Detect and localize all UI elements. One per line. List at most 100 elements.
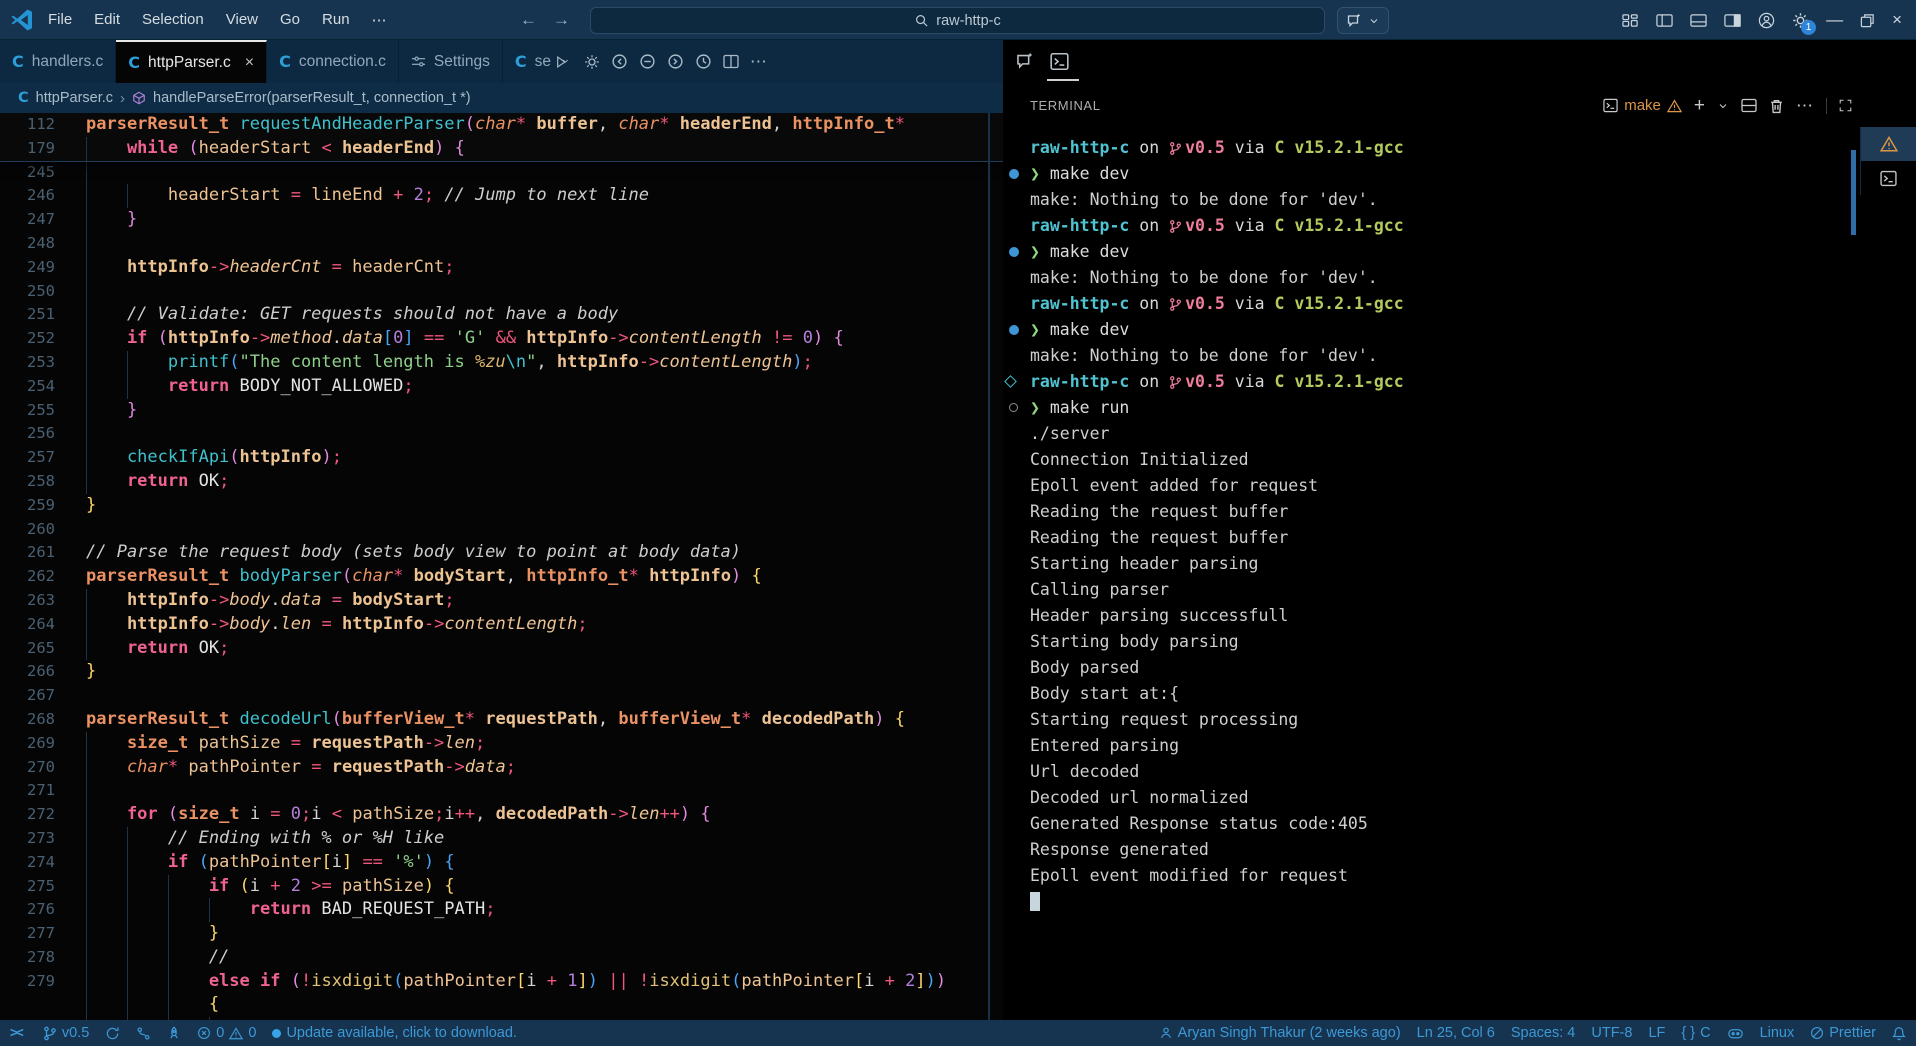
terminal-line[interactable]: Connection Initialized: [1003, 447, 1853, 473]
formatter-item[interactable]: Prettier: [1810, 1025, 1876, 1041]
code-line[interactable]: 259}: [0, 494, 1003, 518]
remote-indicator[interactable]: ><: [10, 1025, 27, 1041]
terminal-more-icon[interactable]: ⋯: [1796, 96, 1814, 116]
code-line[interactable]: 273// Ending with % or %H like: [0, 827, 1003, 851]
code-line[interactable]: 275if (i + 2 >= pathSize) {: [0, 875, 1003, 899]
circle-back-icon[interactable]: [611, 53, 628, 70]
code-line[interactable]: 255}: [0, 399, 1003, 423]
sticky-scroll[interactable]: 112parserResult_t requestAndHeaderParser…: [0, 113, 1003, 162]
terminal-line[interactable]: Decoded url normalized: [1003, 785, 1853, 811]
circle-forward-icon[interactable]: [667, 53, 684, 70]
eol[interactable]: LF: [1648, 1025, 1665, 1041]
code-line[interactable]: 262parserResult_t bodyParser(char* bodyS…: [0, 565, 1003, 589]
terminal-line[interactable]: raw-http-c on v0.5 via C v15.2.1-gcc: [1003, 213, 1853, 239]
code-line[interactable]: 270char* pathPointer = requestPath->data…: [0, 756, 1003, 780]
code-line[interactable]: 264httpInfo->body.len = httpInfo->conten…: [0, 613, 1003, 637]
breadcrumb-symbol[interactable]: handleParseError(parserResult_t, connect…: [153, 90, 471, 106]
git-blame-item[interactable]: Aryan Singh Thakur (2 weeks ago): [1159, 1025, 1401, 1041]
terminal-list-item-make[interactable]: [1861, 127, 1916, 161]
code-line[interactable]: 277}: [0, 922, 1003, 946]
tab-handlers-c[interactable]: C handlers.c: [0, 40, 116, 83]
sync-icon[interactable]: [105, 1026, 120, 1041]
tab-settings[interactable]: Settings: [399, 40, 503, 83]
bell-icon[interactable]: [1892, 1026, 1906, 1041]
window-close-button[interactable]: ×: [1892, 10, 1902, 30]
terminal-line[interactable]: raw-http-c on v0.5 via C v15.2.1-gcc: [1003, 291, 1853, 317]
encoding[interactable]: UTF-8: [1591, 1025, 1632, 1041]
tab-connection-c[interactable]: C connection.c: [267, 40, 399, 83]
account-icon[interactable]: [1758, 12, 1775, 29]
code-line[interactable]: 250: [0, 280, 1003, 304]
terminal-line[interactable]: Epoll event added for request: [1003, 473, 1853, 499]
layout-sidebar-left-icon[interactable]: [1656, 13, 1673, 28]
copilot-icon[interactable]: [1727, 1026, 1744, 1041]
code-line[interactable]: 260: [0, 518, 1003, 542]
terminal-line[interactable]: make: Nothing to be done for 'dev'.: [1003, 265, 1853, 291]
go-back-icon[interactable]: ←: [520, 10, 537, 30]
terminal-line[interactable]: Calling parser: [1003, 577, 1853, 603]
terminal-dropdown-icon[interactable]: [1717, 100, 1729, 112]
terminal-line[interactable]: Header parsing successfull: [1003, 603, 1853, 629]
code-line[interactable]: {: [0, 993, 1003, 1017]
code-line[interactable]: 258return OK;: [0, 470, 1003, 494]
terminal-line[interactable]: [1003, 889, 1853, 915]
code-line[interactable]: 272for (size_t i = 0;i < pathSize;i++, d…: [0, 803, 1003, 827]
code-line[interactable]: 253printf("The content length is %zu\n",…: [0, 351, 1003, 375]
command-center-search[interactable]: raw-http-c: [590, 7, 1325, 34]
circle-dash-icon[interactable]: [639, 53, 656, 70]
terminal-line[interactable]: Reading the request buffer: [1003, 499, 1853, 525]
terminal-line[interactable]: Generated Response status code:405: [1003, 811, 1853, 837]
language-mode[interactable]: { } C: [1681, 1025, 1710, 1041]
editor-panel-divider[interactable]: [988, 113, 990, 1020]
terminal-line[interactable]: raw-http-c on v0.5 via C v15.2.1-gcc: [1003, 369, 1853, 395]
code-line[interactable]: 179while (headerStart < headerEnd) {: [0, 137, 1003, 161]
menu-more[interactable]: ⋯: [372, 11, 387, 29]
terminal-line[interactable]: Starting header parsing: [1003, 551, 1853, 577]
tab-httpparser-c[interactable]: C httpParser.c ×: [116, 40, 267, 83]
code-line[interactable]: 247}: [0, 208, 1003, 232]
code-line[interactable]: 256: [0, 422, 1003, 446]
code-line[interactable]: 249httpInfo->headerCnt = headerCnt;: [0, 256, 1003, 280]
terminal-line[interactable]: Body start at:{: [1003, 681, 1853, 707]
terminal-list-item-shell[interactable]: [1861, 161, 1916, 195]
terminal-line[interactable]: ❯ make dev: [1003, 161, 1853, 187]
rocket-icon[interactable]: [167, 1026, 181, 1041]
terminal-line[interactable]: make: Nothing to be done for 'dev'.: [1003, 343, 1853, 369]
code-line[interactable]: 269size_t pathSize = requestPath->len;: [0, 732, 1003, 756]
menu-file[interactable]: File: [48, 11, 72, 29]
terminal-line[interactable]: Epoll event modified for request: [1003, 863, 1853, 889]
code-line[interactable]: 267: [0, 684, 1003, 708]
menu-edit[interactable]: Edit: [94, 11, 120, 29]
customize-layout-icon[interactable]: [1622, 13, 1639, 28]
source-control-graph-icon[interactable]: [136, 1026, 151, 1041]
code-line[interactable]: 265return OK;: [0, 637, 1003, 661]
code-editor[interactable]: 245246headerStart = lineEnd + 2; // Jump…: [0, 113, 1003, 1020]
os-indicator[interactable]: Linux: [1760, 1025, 1795, 1041]
terminal-task-tab[interactable]: make: [1603, 97, 1682, 114]
terminal-line[interactable]: Response generated: [1003, 837, 1853, 863]
terminal-line[interactable]: Reading the request buffer: [1003, 525, 1853, 551]
code-line[interactable]: 263httpInfo->body.data = bodyStart;: [0, 589, 1003, 613]
problems-item[interactable]: 0 0: [197, 1025, 256, 1041]
code-line[interactable]: 257checkIfApi(httpInfo);: [0, 446, 1003, 470]
settings-gear[interactable]: 1: [1792, 11, 1809, 29]
update-item[interactable]: Update available, click to download.: [272, 1025, 517, 1041]
menu-go[interactable]: Go: [280, 11, 300, 29]
terminal-output[interactable]: raw-http-c on v0.5 via C v15.2.1-gcc❯ ma…: [1003, 135, 1853, 915]
terminal-scrollbar[interactable]: [1851, 150, 1856, 235]
terminal-line[interactable]: Starting request processing: [1003, 707, 1853, 733]
code-line[interactable]: 252if (httpInfo->method.data[0] == 'G' &…: [0, 327, 1003, 351]
terminal-line[interactable]: Body parsed: [1003, 655, 1853, 681]
code-line[interactable]: 271: [0, 779, 1003, 803]
split-terminal-icon[interactable]: [1741, 98, 1757, 113]
code-line[interactable]: 246headerStart = lineEnd + 2; // Jump to…: [0, 184, 1003, 208]
terminal-line[interactable]: Entered parsing: [1003, 733, 1853, 759]
kill-terminal-trash-icon[interactable]: [1769, 98, 1784, 114]
cursor-position[interactable]: Ln 25, Col 6: [1417, 1025, 1495, 1041]
copilot-chat-tab-icon[interactable]: [1015, 52, 1034, 71]
menu-run[interactable]: Run: [322, 11, 350, 29]
code-line[interactable]: 251// Validate: GET requests should not …: [0, 303, 1003, 327]
indentation[interactable]: Spaces: 4: [1511, 1025, 1576, 1041]
terminal-line[interactable]: raw-http-c on v0.5 via C v15.2.1-gcc: [1003, 135, 1853, 161]
tab-server-c-truncated[interactable]: C ser: [503, 40, 551, 83]
